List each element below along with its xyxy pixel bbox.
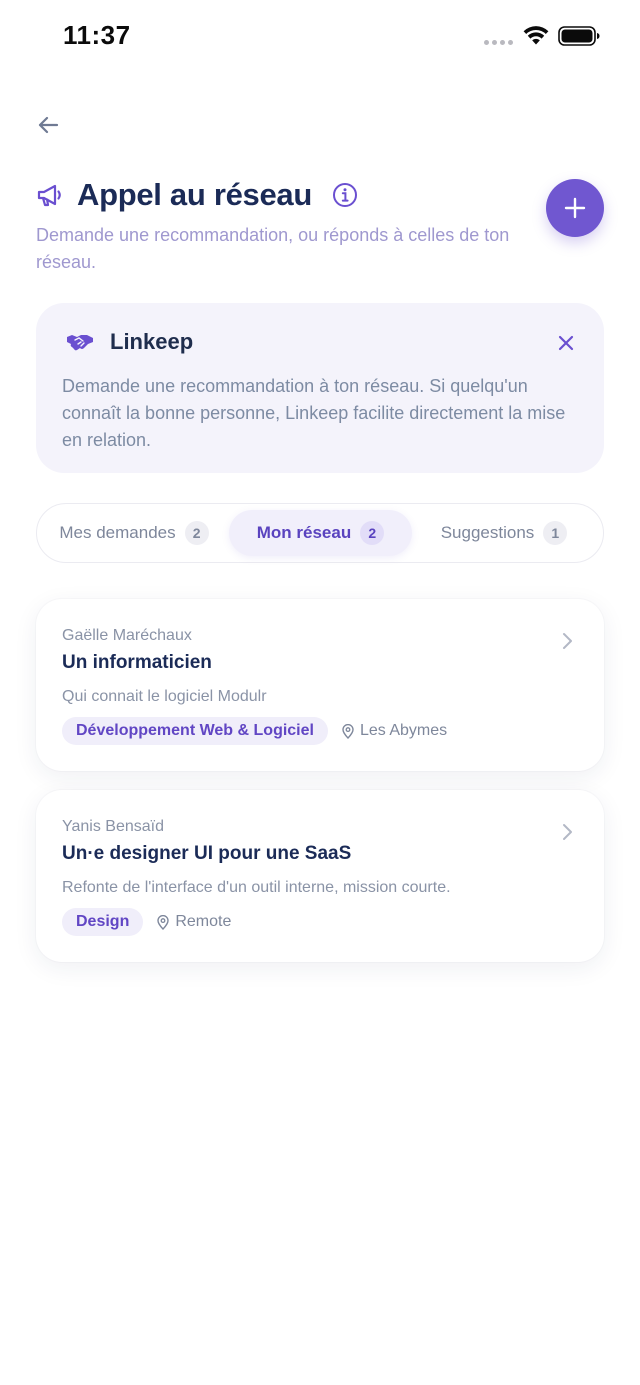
tab-count-badge: 2 [360,521,385,545]
request-meta: Design Remote [62,908,231,936]
chevron-right-icon [563,824,572,840]
category-tag: Design [62,908,144,936]
info-card-text: Demande une recommandation à ton réseau.… [62,376,566,450]
request-author: Yanis Bensaïd [62,818,164,835]
request-location: Les Abymes [359,722,448,739]
tab-mes-demandes[interactable]: Mes demandes 2 [49,510,219,556]
close-icon[interactable] [556,333,576,353]
screen: 11:37 Appel au réseau Demande une recomm… [0,0,640,1385]
tab-count-badge: 2 [184,521,209,545]
category-tag: Développement Web & Logiciel [62,717,328,745]
info-card-header: Linkeep [66,329,193,355]
request-title: Un informaticien [62,652,212,673]
map-pin-icon [157,914,170,930]
page-subtitle: Demande une recommandation, ou réponds à… [36,225,510,272]
info-card: Linkeep Demande une recommandation à ton… [36,303,604,473]
battery-icon [558,26,600,46]
map-pin-icon [342,723,354,739]
wifi-icon [523,26,549,45]
segmented-tabs: Mes demandes 2 Mon réseau 2 Suggestions … [36,503,604,563]
back-button[interactable] [30,108,66,142]
plus-icon [564,197,586,219]
request-author: Gaëlle Maréchaux [62,627,192,644]
page-header: Appel au réseau Demande une recommandati… [36,176,536,276]
megaphone-icon [37,184,61,207]
arrow-left-icon [38,116,59,134]
request-description: Qui connait le logiciel Modulr [62,688,267,705]
request-card[interactable]: Gaëlle Maréchaux Un informaticien Qui co… [36,599,604,771]
page-title: Appel au réseau [77,177,312,212]
tab-mon-reseau[interactable]: Mon réseau 2 [229,510,412,556]
info-card-title: Linkeep [110,329,194,354]
request-description: Refonte de l'interface d'un outil intern… [62,879,451,896]
info-icon[interactable] [332,182,358,208]
add-request-button[interactable] [546,179,604,237]
cellular-signal-icon [484,40,513,45]
tab-label: Suggestions [440,523,535,542]
status-time: 11:37 [63,20,131,50]
title-row: Appel au réseau [36,176,536,214]
status-bar: 11:37 [0,0,640,80]
tab-suggestions[interactable]: Suggestions 1 [429,510,579,556]
request-title: Un·e designer UI pour une SaaS [62,843,352,864]
request-location: Remote [175,913,232,930]
request-card[interactable]: Yanis Bensaïd Un·e designer UI pour une … [36,790,604,962]
chevron-right-icon [563,633,572,649]
tab-label: Mon réseau [256,523,352,542]
request-meta: Développement Web & Logiciel Les Abymes [62,717,447,745]
tab-label: Mes demandes [59,523,176,542]
handshake-icon [67,335,93,351]
tab-count-badge: 1 [543,521,568,545]
